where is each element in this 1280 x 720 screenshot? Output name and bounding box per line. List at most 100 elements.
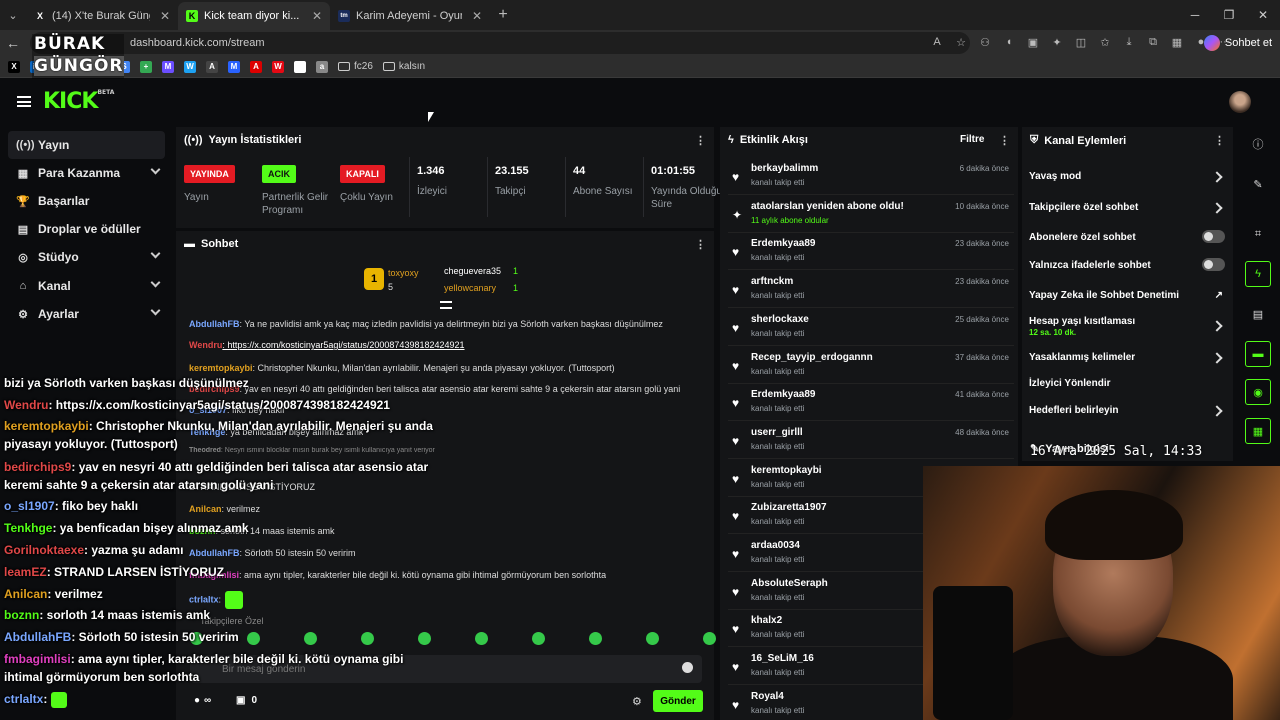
new-tab-button[interactable]: +	[490, 0, 516, 30]
close-tab-icon[interactable]: ✕	[160, 9, 170, 23]
restore-icon[interactable]: ❐	[1212, 0, 1246, 30]
channel-action-1[interactable]: Yavaş mod	[1029, 171, 1225, 185]
sidebar-item-kanal[interactable]: ⌂ Kanal	[8, 272, 165, 300]
emote-icon[interactable]	[418, 632, 431, 645]
chevron-down-icon[interactable]	[150, 248, 161, 259]
audio-icon[interactable]: ◖	[1002, 33, 1016, 51]
channel-action-2[interactable]: Takipçilere özel sohbet	[1029, 202, 1225, 216]
activity-item[interactable]: ♥ berkaybalimm kanalı takip etti 6 dakika ö…	[728, 158, 1014, 195]
activity-item[interactable]: ♥ userr_girlll kanalı takip etti 48 dakika …	[728, 422, 1014, 459]
channel-action-4[interactable]: Yalnızca ifadelerle sohbet	[1029, 258, 1225, 274]
activity-item[interactable]: ✦ ataolarslan yeniden abone oldu! 11 aylık…	[728, 196, 1014, 233]
channel-action-9[interactable]: Hedefleri belirleyin	[1029, 405, 1225, 419]
sidebar-item-stüdyo[interactable]: ◎ Stüdyo	[8, 243, 165, 271]
info-icon[interactable]: ⓘ	[1245, 131, 1271, 157]
bookmark-icon[interactable]: a	[316, 60, 328, 73]
browser-tab-transfermarkt[interactable]: tm Karim Adeyemi - Oyuncu profili 25 ✕	[330, 2, 490, 30]
downloads-icon[interactable]: ⤓	[1122, 33, 1136, 51]
bookmark-icon[interactable]: V	[294, 60, 306, 73]
split-screen-icon[interactable]: ◫	[1074, 33, 1088, 51]
copilot-chat-button[interactable]: Sohbet et	[1203, 33, 1272, 53]
chat-rail-icon[interactable]: ▬	[1245, 341, 1271, 367]
kick-logo[interactable]: KICKBETA	[43, 89, 114, 114]
camera-icon[interactable]: ▣	[1026, 33, 1040, 51]
emote-icon[interactable]	[532, 632, 545, 645]
emote-icon[interactable]	[703, 632, 716, 645]
activity-item[interactable]: ♥ Erdemkyaa89 kanalı takip etti 41 dakika ö…	[728, 384, 1014, 422]
bookmark-icon[interactable]: W	[184, 60, 196, 73]
chat-settings-icon[interactable]: ⚙	[632, 695, 642, 708]
browser-tab-kick[interactable]: K Kick team diyor ki... ✕	[178, 2, 330, 30]
sidebar-item-para-kazanma[interactable]: ▦ Para Kazanma	[8, 159, 165, 187]
chat-username[interactable]: Theodred	[189, 447, 221, 454]
bookmark-icon[interactable]: A	[206, 60, 218, 73]
emote-icon[interactable]	[475, 632, 488, 645]
chat-username[interactable]: Wendru	[189, 340, 222, 350]
emote-icon[interactable]	[361, 632, 374, 645]
extension-icon[interactable]: ⚇	[978, 33, 992, 51]
chat-username[interactable]: ctrlaltx	[189, 594, 219, 604]
document-icon[interactable]: ▤	[1245, 301, 1271, 327]
screenshot-icon[interactable]: ⧉	[1146, 33, 1160, 51]
chevron-down-icon[interactable]	[150, 305, 161, 316]
channel-action-5[interactable]: Yapay Zeka ile Sohbet Denetimi ↗	[1029, 290, 1225, 304]
emote-icon[interactable]	[589, 632, 602, 645]
activity-more-icon[interactable]: ⋮	[999, 134, 1010, 147]
channel-action-8[interactable]: İzleyici Yönlendir	[1029, 378, 1225, 392]
browser-tab-x[interactable]: X (14) X'te Burak Güngör: "Sakın tek ✕	[26, 2, 178, 30]
extensions-puzzle-icon[interactable]: ✦	[1050, 33, 1064, 51]
chat-username[interactable]: AbdullahFB	[189, 319, 240, 329]
user-avatar[interactable]	[1229, 91, 1251, 113]
toggle-switch[interactable]	[1202, 230, 1225, 243]
broadcast-rail-icon[interactable]: ◉	[1245, 379, 1271, 405]
chat-more-icon[interactable]: ⋮	[695, 238, 706, 251]
edit-icon[interactable]: ✎	[1245, 171, 1271, 197]
scroll-down-icon[interactable]	[440, 301, 452, 309]
sidebar-item-yayın[interactable]: ((•)) Yayın	[8, 131, 165, 159]
back-arrow-icon[interactable]: ←	[0, 35, 26, 51]
toggle-switch[interactable]	[1202, 258, 1225, 271]
favorites-icon[interactable]: ✩	[1098, 33, 1112, 51]
url-field[interactable]: dashboard.kick.com/stream	[30, 32, 970, 54]
bookmark-icon[interactable]: A	[250, 60, 262, 73]
bookmark-folder[interactable]: kalsın	[382, 61, 425, 72]
bookmark-folder[interactable]: fc26	[338, 61, 373, 72]
emote-icon[interactable]	[304, 632, 317, 645]
collections-icon[interactable]: ▦	[1170, 33, 1184, 51]
chevron-down-icon[interactable]	[150, 277, 161, 288]
channel-action-3[interactable]: Abonelere özel sohbet	[1029, 230, 1225, 246]
actions-more-icon[interactable]: ⋮	[1214, 134, 1225, 147]
activity-item[interactable]: ♥ Recep_tayyip_erdogannn kanalı takip etti…	[728, 347, 1014, 384]
bookmark-icon[interactable]: +	[140, 60, 152, 73]
activity-item[interactable]: ♥ sherlockaxe kanalı takip etti 25 dakika ö…	[728, 309, 1014, 346]
read-aloud-icon[interactable]: A	[930, 33, 944, 51]
emote-icon[interactable]	[247, 632, 260, 645]
activity-item[interactable]: ♥ arftnckm kanalı takip etti 23 dakika önce	[728, 271, 1014, 309]
channel-action-7[interactable]: Yasaklanmış kelimeler	[1029, 352, 1225, 366]
close-tab-icon[interactable]: ✕	[472, 9, 482, 23]
filter-button[interactable]: Filtre	[960, 134, 984, 145]
close-window-icon[interactable]: ✕	[1246, 0, 1280, 30]
bookmark-icon[interactable]: M	[228, 60, 240, 73]
lightning-rail-icon[interactable]: ϟ	[1245, 261, 1271, 287]
stats-more-icon[interactable]: ⋮	[695, 134, 706, 147]
tab-list-chevron-icon[interactable]: ⌄	[0, 0, 26, 30]
emote-icon[interactable]	[646, 632, 659, 645]
layout-rail-icon[interactable]: ▦	[1245, 418, 1271, 444]
sidebar-item-droplar-ve-ödüller[interactable]: ▤ Droplar ve ödüller	[8, 215, 165, 243]
send-button[interactable]: Gönder	[653, 690, 703, 712]
bookmark-icon[interactable]: M	[162, 60, 174, 73]
sidebar-item-başarılar[interactable]: 🏆 Başarılar	[8, 187, 165, 215]
emoji-picker-icon[interactable]	[682, 662, 693, 673]
chat-username[interactable]: AbdullahFB	[189, 548, 240, 558]
close-tab-icon[interactable]: ✕	[312, 9, 322, 23]
screenshot-tool-icon[interactable]: ⌗	[1245, 221, 1271, 247]
chat-username[interactable]: keremtopkaybi	[189, 363, 253, 373]
minimize-icon[interactable]: ─	[1178, 0, 1212, 30]
hamburger-menu-icon[interactable]	[17, 96, 31, 107]
bookmark-icon[interactable]: W	[272, 60, 284, 73]
chat-username[interactable]: Anilcan	[189, 504, 222, 514]
sidebar-item-ayarlar[interactable]: ⚙ Ayarlar	[8, 300, 165, 328]
chevron-down-icon[interactable]	[150, 164, 161, 175]
bookmark-icon[interactable]: X	[8, 60, 20, 73]
